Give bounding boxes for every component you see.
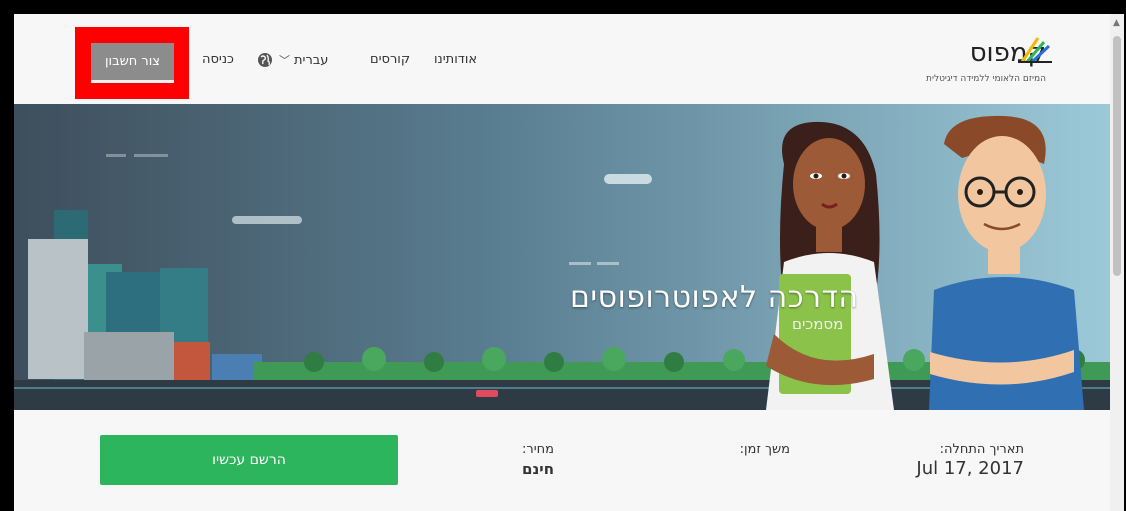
logo-subtitle: המיזם הלאומי ללמידה דיגיטלית [926,74,1046,84]
nav-login-link[interactable]: כניסה [202,52,234,67]
course-banner: מסמכים הדרכה לאפוטרופוסים [14,104,1110,410]
course-title: הדרכה לאפוטרופוסים [570,280,859,315]
globe-icon[interactable] [257,52,273,68]
screen-frame: קמפוס המיזם הלאומי ללמידה דיגיטלית אודות… [0,0,1126,511]
site-header: קמפוס המיזם הלאומי ללמידה דיגיטלית אודות… [14,14,1110,104]
duration-label: משך זמן: [739,442,790,457]
vertical-scrollbar[interactable]: ▲ [1110,14,1124,511]
language-dropdown[interactable]: עברית ﹀ [279,52,328,68]
course-info-bar: תאריך התחלה: Jul 17, 2017 משך זמן: מחיר:… [14,410,1110,511]
scrollbar-thumb[interactable] [1113,36,1121,276]
scroll-up-icon[interactable]: ▲ [1113,18,1120,28]
campus-logo[interactable]: קמפוס המיזם הלאומי ללמידה דיגיטלית [906,37,1052,84]
book-label: מסמכים [792,315,844,333]
page: קמפוס המיזם הלאומי ללמידה דיגיטלית אודות… [14,14,1110,511]
chevron-down-icon: ﹀ [279,54,290,67]
nav-about-link[interactable]: אודותינו [434,52,477,67]
register-now-button[interactable]: הרשם עכשיו [100,435,398,485]
signup-button[interactable]: צור חשבון [91,43,174,83]
price-label: מחיר: [522,442,554,457]
logo-pencil-icon [1018,37,1052,64]
price-value: חינם [522,460,554,478]
nav-courses-link[interactable]: קורסים [370,52,410,67]
language-label: עברית [294,53,329,68]
banner-illustration [14,104,1110,410]
start-date-label: תאריך התחלה: [939,442,1024,457]
start-date-value: Jul 17, 2017 [916,458,1024,479]
